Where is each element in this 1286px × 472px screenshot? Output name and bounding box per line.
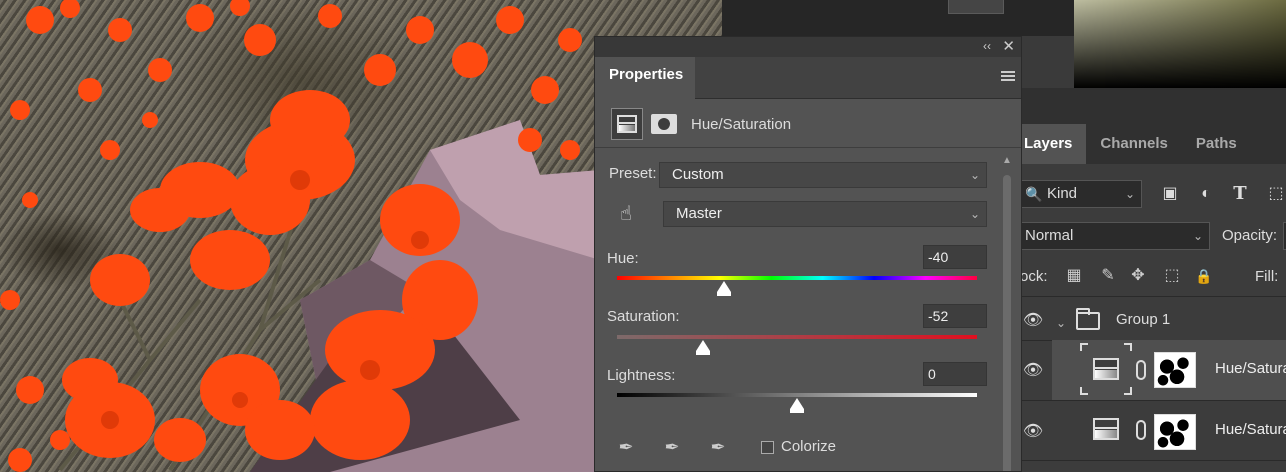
lock-move-icon[interactable]: ✥ bbox=[1128, 266, 1148, 286]
layers-panel: Layers Channels Paths 🔍 Kind ⌄ ▣ ◐ T ⬚ N… bbox=[1020, 88, 1286, 472]
divider bbox=[1020, 400, 1286, 401]
saturation-slider-thumb[interactable] bbox=[696, 340, 711, 355]
adjustment-layer-icon bbox=[1093, 418, 1119, 440]
targeted-adjustment-hand-icon[interactable]: ☝ bbox=[613, 201, 639, 227]
fill-label: Fill: bbox=[1255, 268, 1279, 285]
chevron-down-icon: ⌄ bbox=[969, 168, 980, 182]
preset-value: Custom bbox=[672, 166, 724, 183]
image-filter-icon[interactable]: ▣ bbox=[1160, 184, 1180, 204]
tab-paths[interactable]: Paths bbox=[1182, 124, 1251, 164]
channel-select[interactable]: Master ⌄ bbox=[663, 201, 987, 227]
colorize-label[interactable]: Colorize bbox=[781, 438, 836, 455]
eye-icon[interactable]: 👁 bbox=[1022, 363, 1044, 379]
chevron-down-icon: ⌄ bbox=[1192, 229, 1203, 243]
lock-pixels-icon[interactable]: ▦ bbox=[1064, 266, 1084, 286]
channel-value: Master bbox=[676, 205, 722, 222]
layers-panel-header bbox=[1020, 88, 1286, 124]
lightness-input[interactable]: 0 bbox=[923, 362, 987, 386]
mask-icon[interactable] bbox=[651, 114, 677, 134]
divider bbox=[1020, 460, 1286, 461]
scroll-up-icon[interactable]: ▲ bbox=[1002, 155, 1012, 166]
collapse-icon[interactable]: ‹‹ bbox=[983, 39, 991, 53]
eyedropper-subtract-icon[interactable]: ✒ bbox=[705, 435, 731, 459]
properties-panel: ‹‹ ✕ Properties Hue/Saturation ▲ Preset:… bbox=[594, 36, 1022, 472]
lock-brush-icon[interactable]: ✎ bbox=[1098, 266, 1118, 286]
panel-menu-icon[interactable] bbox=[1001, 71, 1015, 81]
layers-tabbar: Layers Channels Paths bbox=[1020, 124, 1286, 164]
layer-name[interactable]: Hue/Saturation 1 bbox=[1215, 360, 1286, 377]
lightness-label: Lightness: bbox=[607, 367, 676, 384]
filter-kind-select[interactable]: 🔍 Kind ⌄ bbox=[1020, 180, 1142, 208]
preset-select[interactable]: Custom ⌄ bbox=[659, 162, 987, 188]
scrollbar[interactable]: ▲ bbox=[1001, 155, 1013, 471]
link-icon[interactable] bbox=[1136, 360, 1146, 380]
link-icon[interactable] bbox=[1136, 420, 1146, 440]
blend-mode-value: Normal bbox=[1025, 227, 1074, 244]
hue-slider-track[interactable] bbox=[617, 276, 977, 280]
tab-properties[interactable]: Properties bbox=[595, 57, 695, 99]
tool-button[interactable] bbox=[948, 0, 1004, 14]
layer-mask-thumbnail[interactable] bbox=[1154, 414, 1196, 450]
layer-mask-thumbnail[interactable] bbox=[1154, 352, 1196, 388]
adjustment-layer-icon bbox=[1093, 358, 1119, 380]
chevron-down-icon: ⌄ bbox=[969, 207, 980, 221]
hue-label: Hue: bbox=[607, 250, 639, 267]
search-icon: 🔍 bbox=[1025, 186, 1043, 202]
color-picker-field[interactable] bbox=[1074, 0, 1286, 88]
adjustment-title: Hue/Saturation bbox=[691, 116, 792, 133]
filter-kind-value: Kind bbox=[1047, 185, 1078, 202]
lock-label: ock: bbox=[1020, 268, 1048, 285]
eye-icon[interactable]: 👁 bbox=[1022, 313, 1044, 329]
saturation-input[interactable]: -52 bbox=[923, 304, 987, 328]
saturation-label: Saturation: bbox=[607, 308, 680, 325]
eye-icon[interactable]: 👁 bbox=[1022, 424, 1044, 440]
shape-filter-icon[interactable]: ⬚ bbox=[1266, 184, 1286, 204]
folder-icon bbox=[1076, 308, 1100, 330]
hue-slider-thumb[interactable] bbox=[716, 281, 731, 296]
chevron-down-icon: ⌄ bbox=[1124, 187, 1135, 201]
divider bbox=[1020, 296, 1286, 297]
eyedropper-add-icon[interactable]: ✒ bbox=[659, 435, 685, 459]
lightness-slider-track[interactable] bbox=[617, 393, 977, 397]
lightness-slider-thumb[interactable] bbox=[790, 398, 804, 413]
tab-layers[interactable]: Layers bbox=[1020, 124, 1087, 164]
properties-header: Hue/Saturation bbox=[595, 100, 1021, 148]
properties-tabbar: Properties bbox=[595, 57, 1021, 99]
saturation-slider-track[interactable] bbox=[617, 335, 977, 339]
type-filter-icon[interactable]: T bbox=[1230, 184, 1250, 204]
blend-mode-select[interactable]: Normal ⌄ bbox=[1020, 222, 1210, 250]
tab-channels[interactable]: Channels bbox=[1086, 124, 1182, 164]
adjustment-icon[interactable] bbox=[611, 108, 643, 140]
preset-label: Preset: bbox=[609, 165, 657, 182]
opacity-label: Opacity: bbox=[1222, 227, 1278, 244]
panel-titlebar: ‹‹ ✕ bbox=[595, 37, 1021, 57]
close-icon[interactable]: ✕ bbox=[1002, 37, 1015, 55]
colorize-checkbox[interactable] bbox=[761, 441, 774, 454]
chevron-down-icon[interactable]: ⌄ bbox=[1056, 316, 1066, 330]
hue-input[interactable]: -40 bbox=[923, 245, 987, 269]
layer-name[interactable]: Hue/Saturation bbox=[1215, 421, 1286, 438]
lock-all-icon[interactable]: 🔒 bbox=[1194, 266, 1214, 286]
eyedropper-icon[interactable]: ✒ bbox=[613, 435, 639, 459]
scrollbar-thumb[interactable] bbox=[1003, 175, 1011, 471]
lock-artboard-icon[interactable]: ⬚ bbox=[1162, 266, 1182, 286]
adjustment-filter-icon[interactable]: ◐ bbox=[1196, 184, 1216, 204]
group-name[interactable]: Group 1 bbox=[1116, 311, 1170, 328]
